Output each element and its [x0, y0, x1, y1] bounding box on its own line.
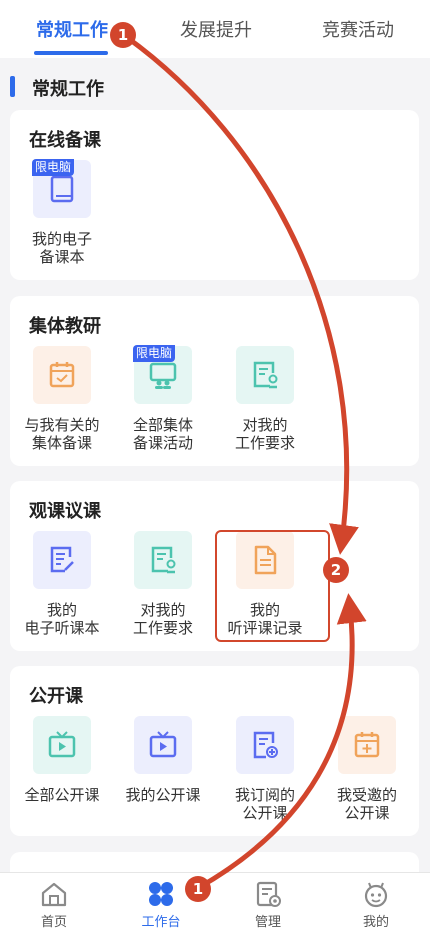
document-award-icon [236, 346, 294, 404]
subscribe-doc-icon [236, 716, 294, 774]
card-title: 集体教研 [29, 316, 101, 337]
nav-profile[interactable]: 我的 [336, 879, 416, 930]
annotation-badge-2: 2 [323, 557, 349, 583]
pc-only-badge: 限电脑 [32, 159, 75, 176]
section-accent-bar [10, 76, 15, 97]
card-title: 在线备课 [29, 130, 101, 151]
calendar-plus-icon [338, 716, 396, 774]
section-header: 常规工作 [0, 70, 430, 102]
calendar-check-icon [33, 346, 91, 404]
nav-manage[interactable]: 管理 [228, 879, 308, 930]
item-label: 全部集体 备课活动 [132, 416, 193, 452]
annotation-highlight-box [215, 530, 330, 642]
book-icon: 限电脑 [32, 159, 91, 218]
tab-competition[interactable]: 竞赛活动 [322, 16, 394, 42]
annotation-badge-1-bottom: 1 [185, 876, 211, 902]
card-online-lesson-prep: 在线备课 限电脑 我的电子 备课本 [10, 110, 419, 280]
item-label: 我受邀的 公开课 [336, 786, 397, 822]
profile-icon [364, 882, 388, 908]
manage-icon [256, 881, 281, 907]
nav-home[interactable]: 首页 [14, 879, 94, 930]
card-title: 公开课 [29, 686, 83, 707]
home-icon [41, 882, 67, 907]
tv-play-icon [33, 716, 91, 774]
workbench-icon [149, 882, 173, 906]
nav-label: 我的 [362, 915, 389, 930]
group-screen-icon: 限电脑 [133, 345, 192, 404]
item-label: 我的公开课 [125, 786, 201, 804]
tv-play-icon [134, 716, 192, 774]
tab-routine-work[interactable]: 常规工作 [36, 16, 108, 42]
annotation-badge-1-top: 1 [110, 22, 136, 48]
nav-label: 管理 [254, 915, 281, 930]
item-label: 与我有关的 集体备课 [24, 416, 100, 452]
nav-label: 首页 [40, 915, 67, 930]
item-label: 我的电子 备课本 [31, 230, 92, 266]
item-label: 对我的 工作要求 [234, 416, 295, 452]
top-tab-bar: 常规工作 发展提升 竞赛活动 [0, 0, 430, 58]
card-collective-research: 集体教研 与我有关的 集体备课 限电脑 全部集体 备课活动 对我的 工作要求 [10, 296, 419, 466]
card-title: 观课议课 [29, 501, 101, 522]
card-open-class: 公开课 全部公开课 我的公开课 我订阅的 公开课 我受邀的 公开课 [10, 666, 419, 836]
edit-document-icon [33, 531, 91, 589]
item-label: 我的 电子听课本 [24, 601, 100, 637]
document-award-icon [134, 531, 192, 589]
item-label: 全部公开课 [24, 786, 100, 804]
item-label: 我订阅的 公开课 [234, 786, 295, 822]
section-title: 常规工作 [32, 79, 104, 100]
pc-only-badge: 限电脑 [133, 345, 176, 362]
tab-development[interactable]: 发展提升 [180, 16, 252, 42]
bottom-navigation: 首页 工作台 管理 我的 [0, 872, 430, 932]
item-label: 对我的 工作要求 [132, 601, 193, 637]
nav-label: 工作台 [141, 915, 181, 930]
active-tab-indicator [34, 51, 108, 55]
